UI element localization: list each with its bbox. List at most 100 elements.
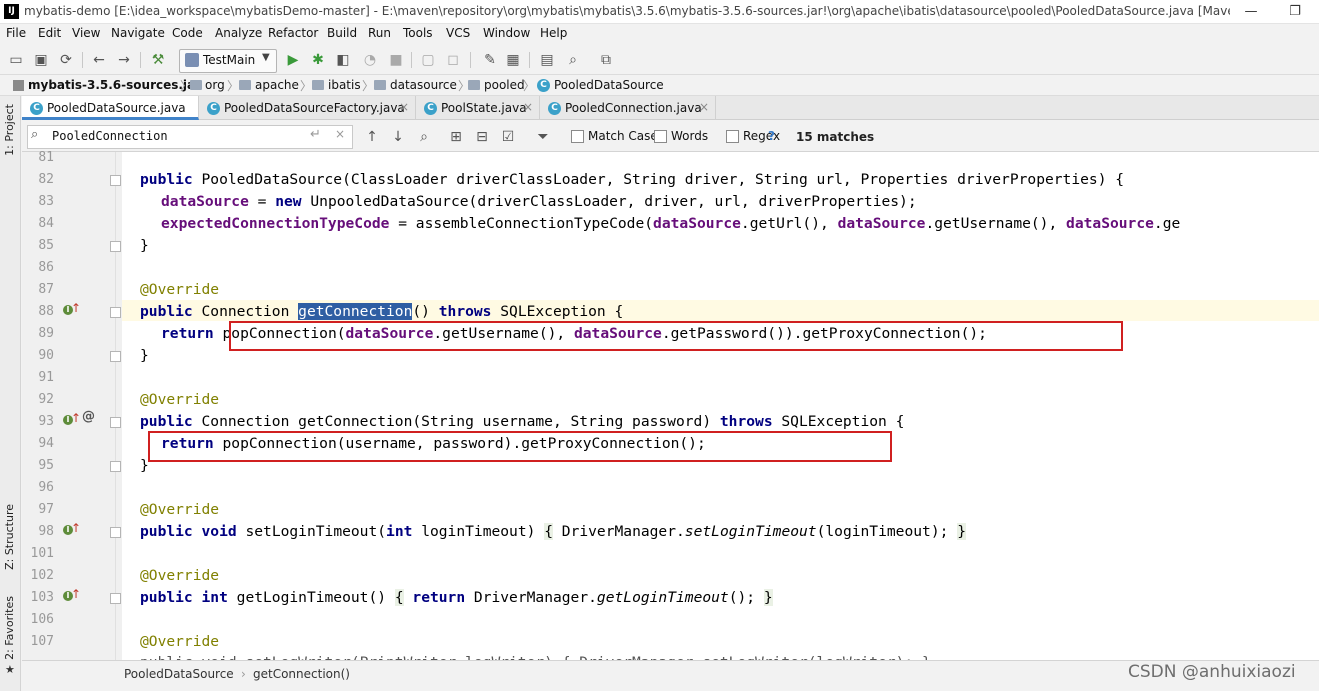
menu-window[interactable]: Window bbox=[483, 26, 530, 40]
clear-icon[interactable]: × bbox=[335, 127, 345, 141]
debug-icon[interactable]: ✱ bbox=[308, 50, 328, 70]
stop-icon[interactable]: ■ bbox=[386, 50, 406, 70]
menu-analyze[interactable]: Analyze bbox=[215, 26, 262, 40]
menu-tools[interactable]: Tools bbox=[403, 26, 433, 40]
breadcrumb-ibatis[interactable]: ibatis bbox=[328, 78, 361, 92]
keyword: public bbox=[140, 523, 193, 540]
project-structure-icon[interactable]: ▦ bbox=[503, 50, 523, 70]
breadcrumb-jar[interactable]: mybatis-3.5.6-sources.jar bbox=[28, 78, 201, 92]
find-input[interactable] bbox=[52, 129, 302, 143]
filter-icon[interactable]: ⏷ bbox=[533, 127, 553, 147]
menu-refactor[interactable]: Refactor bbox=[268, 26, 318, 40]
settings-wrench-icon[interactable]: ✎ bbox=[480, 50, 500, 70]
go-to-super-arrow-icon[interactable]: ↑ bbox=[71, 412, 81, 424]
task-icon[interactable]: ⧉ bbox=[596, 50, 616, 70]
sync-icon[interactable]: ⟳ bbox=[56, 50, 76, 70]
terminal-icon[interactable]: ▤ bbox=[537, 50, 557, 70]
go-to-super-arrow-icon[interactable]: ↑ bbox=[71, 302, 81, 314]
profile-icon[interactable]: ◔ bbox=[360, 50, 380, 70]
breadcrumb-datasource[interactable]: datasource bbox=[390, 78, 457, 92]
tab-label: PooledConnection.java bbox=[565, 101, 702, 115]
restore-button[interactable]: ❐ bbox=[1280, 2, 1310, 22]
tab-pooled-connection[interactable]: C PooledConnection.java × bbox=[540, 96, 716, 120]
breadcrumb-class[interactable]: PooledDataSource bbox=[554, 78, 664, 92]
fold-marker-icon[interactable] bbox=[110, 527, 121, 538]
fold-marker-icon[interactable] bbox=[110, 593, 121, 604]
folded-brace[interactable]: } bbox=[957, 523, 966, 540]
intellij-logo-icon: IJ bbox=[4, 4, 19, 19]
close-icon[interactable]: × bbox=[399, 100, 409, 114]
coverage-icon[interactable]: ◧ bbox=[333, 50, 353, 70]
toolbar-divider bbox=[470, 52, 471, 68]
menu-code[interactable]: Code bbox=[172, 26, 203, 40]
match-case-checkbox[interactable] bbox=[571, 130, 584, 143]
find-all-icon[interactable]: ⌕ bbox=[414, 127, 434, 147]
keyword: throws bbox=[438, 303, 492, 320]
previous-occurrence-icon[interactable]: ↑ bbox=[362, 127, 382, 147]
fold-marker-icon[interactable] bbox=[110, 307, 121, 318]
breadcrumb-apache[interactable]: apache bbox=[255, 78, 299, 92]
go-to-super-arrow-icon[interactable]: ↑ bbox=[71, 522, 81, 534]
folded-brace[interactable]: { bbox=[394, 589, 404, 606]
fold-marker-icon[interactable] bbox=[110, 461, 121, 472]
line-number: 88 bbox=[38, 304, 54, 319]
folded-brace[interactable]: } bbox=[763, 589, 773, 606]
menu-edit[interactable]: Edit bbox=[38, 26, 61, 40]
fold-marker-icon[interactable] bbox=[110, 241, 121, 252]
search-icon[interactable]: ⌕ bbox=[31, 127, 38, 142]
menu-view[interactable]: View bbox=[72, 26, 100, 40]
attach-icon[interactable]: ▢ bbox=[418, 50, 438, 70]
search-everywhere-icon[interactable]: ⌕ bbox=[563, 50, 583, 70]
code-text: .getUsername(), bbox=[925, 215, 1067, 232]
project-tool-tab[interactable]: 1: Project bbox=[3, 104, 16, 156]
menu-build[interactable]: Build bbox=[327, 26, 357, 40]
favorites-star-icon: ★ bbox=[5, 663, 15, 676]
menu-navigate[interactable]: Navigate bbox=[111, 26, 165, 40]
breadcrumb-org[interactable]: org bbox=[205, 78, 225, 92]
remove-selection-icon[interactable]: ⊟ bbox=[472, 127, 492, 147]
favorites-tool-tab[interactable]: 2: Favorites bbox=[3, 596, 16, 660]
code-text: DriverManager. bbox=[465, 589, 597, 606]
close-icon[interactable]: × bbox=[523, 100, 533, 114]
new-line-icon[interactable]: ↵ bbox=[310, 127, 321, 142]
toolbar-divider bbox=[411, 52, 412, 68]
go-to-super-arrow-icon[interactable]: ↑ bbox=[71, 588, 81, 600]
select-all-occurrences-icon[interactable]: ☑ bbox=[498, 127, 518, 147]
close-icon[interactable]: × bbox=[699, 100, 709, 114]
fold-marker-icon[interactable] bbox=[110, 417, 121, 428]
keyword: return bbox=[161, 325, 214, 342]
annotation-at-icon[interactable]: @ bbox=[82, 410, 95, 423]
fold-marker-icon[interactable] bbox=[110, 175, 121, 186]
tab-pooled-data-source[interactable]: C PooledDataSource.java bbox=[22, 96, 199, 120]
menu-help[interactable]: Help bbox=[540, 26, 567, 40]
search-match-selection: getConnection bbox=[298, 303, 413, 320]
words-checkbox[interactable] bbox=[654, 130, 667, 143]
menu-vcs[interactable]: VCS bbox=[446, 26, 470, 40]
regex-help-link[interactable]: ? bbox=[768, 129, 775, 143]
open-folder-icon[interactable]: ▭ bbox=[6, 50, 26, 70]
back-icon[interactable]: ← bbox=[89, 50, 109, 70]
next-occurrence-icon[interactable]: ↓ bbox=[388, 127, 408, 147]
breadcrumb-class[interactable]: PooledDataSource bbox=[124, 667, 234, 681]
menu-run[interactable]: Run bbox=[368, 26, 391, 40]
forward-icon[interactable]: → bbox=[114, 50, 134, 70]
run-configuration-select[interactable]: TestMain ▼ bbox=[179, 49, 277, 73]
code-text: (loginTimeout); bbox=[816, 523, 958, 540]
regex-checkbox[interactable] bbox=[726, 130, 739, 143]
match-case-label: Match Case bbox=[588, 129, 658, 143]
folded-brace[interactable]: { bbox=[544, 523, 553, 540]
stop-process-icon[interactable]: ◻ bbox=[443, 50, 463, 70]
add-selection-icon[interactable]: ⊞ bbox=[446, 127, 466, 147]
structure-tool-tab[interactable]: Z: Structure bbox=[3, 504, 16, 570]
breadcrumb-pooled[interactable]: pooled bbox=[484, 78, 525, 92]
run-icon[interactable]: ▶ bbox=[283, 50, 303, 70]
fold-marker-icon[interactable] bbox=[110, 351, 121, 362]
minimize-button[interactable]: — bbox=[1236, 2, 1266, 22]
tab-pooled-data-source-factory[interactable]: C PooledDataSourceFactory.java × bbox=[199, 96, 416, 120]
tab-pool-state[interactable]: C PoolState.java × bbox=[416, 96, 540, 120]
build-hammer-icon[interactable]: ⚒ bbox=[148, 50, 168, 70]
code-text: UnpooledDataSource(driverClassLoader, dr… bbox=[301, 193, 917, 210]
save-all-icon[interactable]: ▣ bbox=[31, 50, 51, 70]
breadcrumb-method[interactable]: getConnection() bbox=[253, 667, 350, 681]
menu-file[interactable]: File bbox=[6, 26, 26, 40]
